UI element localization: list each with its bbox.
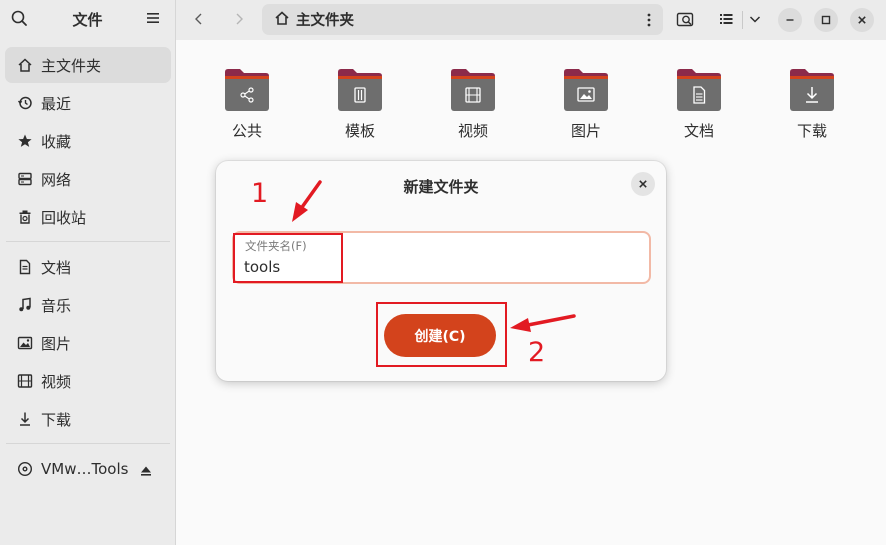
- sidebar-item-downloads[interactable]: 下载: [5, 401, 171, 437]
- more-vertical-icon[interactable]: [647, 12, 651, 28]
- header-bar: 主文件夹: [176, 0, 886, 40]
- back-button[interactable]: [188, 8, 210, 30]
- sidebar-item-label: 音乐: [41, 296, 72, 315]
- folder-public[interactable]: 公共: [197, 68, 297, 158]
- sidebar-item-videos[interactable]: 视频: [5, 363, 171, 399]
- disc-icon: [17, 461, 33, 477]
- sidebar-item-label: 网络: [41, 170, 72, 189]
- sidebar-separator: [6, 241, 170, 242]
- path-label: 主文件夹: [296, 13, 354, 29]
- sidebar-item-pictures[interactable]: 图片: [5, 325, 171, 361]
- folder-label: 下载: [796, 122, 827, 140]
- network-icon: [17, 171, 33, 187]
- sidebar-item-label: 最近: [41, 94, 72, 113]
- search-folder-button[interactable]: [675, 8, 697, 30]
- music-icon: [17, 297, 33, 313]
- folder-pictures[interactable]: 图片: [536, 68, 636, 158]
- trash-icon: [17, 209, 33, 225]
- maximize-button[interactable]: [814, 8, 838, 32]
- folder-label: 模板: [344, 122, 375, 140]
- dialog-close-button[interactable]: [631, 172, 655, 196]
- close-window-button[interactable]: [850, 8, 874, 32]
- document-icon: [677, 69, 721, 111]
- dialog-title: 新建文件夹: [403, 178, 479, 196]
- sidebar: 文件 主文件夹 最近 收藏 网络 回收站 文档 音乐 图片 视频 下载 VMw……: [0, 0, 176, 545]
- sidebar-item-recent[interactable]: 最近: [5, 85, 171, 121]
- folder-downloads[interactable]: 下载: [762, 68, 862, 158]
- annotation-step-1: 1: [251, 178, 269, 209]
- sidebar-header: 文件: [0, 0, 175, 38]
- home-icon: [274, 10, 290, 30]
- picture-icon: [564, 69, 608, 111]
- sidebar-item-trash[interactable]: 回收站: [5, 199, 171, 235]
- sidebar-item-label: VMw…Tools: [41, 460, 129, 478]
- document-icon: [17, 259, 33, 275]
- folder-grid: 公共 模板 视频 图片 文档 下载: [177, 68, 886, 158]
- minimize-button[interactable]: [778, 8, 802, 32]
- folder-documents[interactable]: 文档: [649, 68, 749, 158]
- sidebar-item-label: 图片: [41, 334, 72, 353]
- sidebar-item-music[interactable]: 音乐: [5, 287, 171, 323]
- list-view-icon[interactable]: [715, 8, 737, 30]
- path-bar[interactable]: 主文件夹: [262, 4, 663, 35]
- sidebar-separator: [6, 443, 170, 444]
- chevron-down-icon[interactable]: [744, 8, 766, 30]
- template-icon: [338, 69, 382, 111]
- annotation-step-2: 2: [528, 337, 546, 368]
- video-icon: [451, 69, 495, 111]
- sidebar-item-label: 回收站: [41, 208, 87, 227]
- folder-label: 图片: [570, 122, 601, 140]
- forward-button[interactable]: [228, 8, 250, 30]
- sidebar-item-network[interactable]: 网络: [5, 161, 171, 197]
- sidebar-item-label: 主文件夹: [41, 56, 102, 75]
- sidebar-item-label: 下载: [41, 410, 72, 429]
- share-icon: [225, 69, 269, 111]
- hamburger-menu-icon[interactable]: [145, 10, 161, 26]
- folder-label: 公共: [231, 122, 262, 140]
- eject-icon[interactable]: [140, 463, 152, 476]
- folder-videos[interactable]: 视频: [423, 68, 523, 158]
- sidebar-item-documents[interactable]: 文档: [5, 249, 171, 285]
- sidebar-places: 主文件夹 最近 收藏 网络 回收站 文档 音乐 图片 视频 下载 VMw…Too…: [0, 47, 176, 489]
- annotation-box-field: [233, 233, 343, 283]
- sidebar-item-vmware-tools[interactable]: VMw…Tools: [5, 451, 171, 487]
- folder-label: 文档: [683, 122, 714, 140]
- sidebar-item-label: 收藏: [41, 132, 72, 151]
- recent-icon: [17, 95, 33, 111]
- folder-templates[interactable]: 模板: [310, 68, 410, 158]
- video-icon: [17, 373, 33, 389]
- close-icon: [639, 180, 647, 188]
- folder-label: 视频: [457, 122, 488, 140]
- header-separator: [742, 11, 743, 29]
- sidebar-item-label: 文档: [41, 258, 72, 277]
- download-icon: [17, 411, 33, 427]
- sidebar-item-starred[interactable]: 收藏: [5, 123, 171, 159]
- annotation-box-create: [376, 302, 507, 367]
- picture-icon: [17, 335, 33, 351]
- sidebar-item-home[interactable]: 主文件夹: [5, 47, 171, 83]
- star-icon: [17, 133, 33, 149]
- sidebar-item-label: 视频: [41, 372, 72, 391]
- home-icon: [17, 57, 33, 73]
- download-icon: [790, 69, 834, 111]
